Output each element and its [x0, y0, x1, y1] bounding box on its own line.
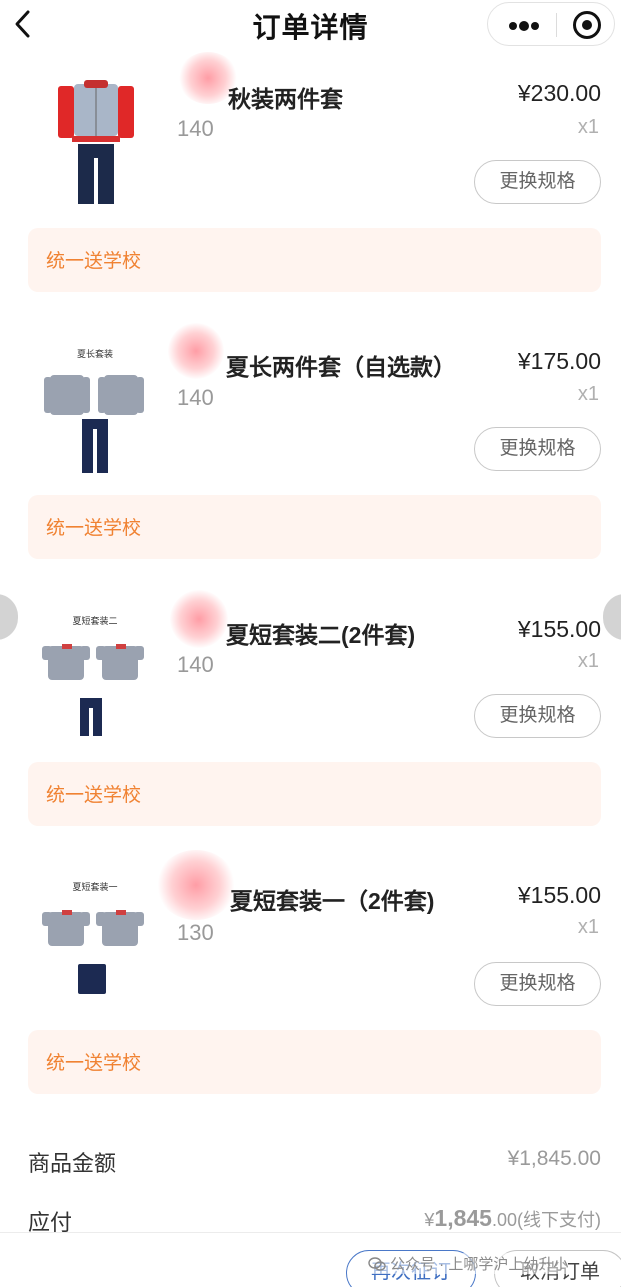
svg-text:夏短套装一: 夏短套装一 — [72, 881, 117, 893]
payable-decimal: .00 — [491, 1210, 517, 1230]
nav-header: 订单详情 — [0, 0, 621, 52]
payable-note: (线下支付) — [517, 1210, 601, 1230]
product-price: ¥175.00 — [517, 348, 601, 374]
goods-amount-value: ¥1,845.00 — [507, 1147, 601, 1170]
change-spec-button[interactable]: 更换规格 — [474, 160, 601, 204]
svg-text:夏短套装二: 夏短套装二 — [72, 615, 117, 627]
product-price: ¥155.00 — [517, 616, 601, 642]
product-name: 秋装两件套 — [228, 86, 343, 112]
decorative-blob — [168, 323, 224, 379]
product-name: 夏长两件套（自选款） — [226, 354, 456, 380]
change-spec-button[interactable]: 更换规格 — [474, 694, 601, 738]
payable-integer: 1,845 — [434, 1205, 492, 1231]
svg-text:夏长套装: 夏长套装 — [77, 348, 113, 360]
product-quantity: x1 — [577, 383, 599, 405]
order-item: 夏短套装二 140 夏短套装二(2件套) ¥155.00 x1 更换规格 统一送… — [0, 580, 621, 880]
order-item: 夏长套装 140 夏长两件套（自选款） ¥175.00 x1 更换规格 统一送学… — [0, 313, 621, 613]
capsule-divider — [556, 13, 557, 37]
watermark-text: 公众号 · 上哪学沪上幼升小 — [390, 1256, 569, 1273]
shipping-text: 统一送学校 — [46, 1053, 142, 1074]
change-spec-button[interactable]: 更换规格 — [474, 962, 601, 1006]
size-label: 140 — [177, 116, 214, 141]
product-quantity: x1 — [577, 916, 599, 938]
product-thumbnail: 夏短套装一 — [28, 870, 162, 1010]
more-dots-icon[interactable] — [488, 3, 558, 47]
shipping-text: 统一送学校 — [46, 251, 142, 272]
shipping-note: 统一送学校 — [28, 228, 601, 292]
goods-amount-label: 商品金额 — [28, 1151, 117, 1176]
decorative-blob — [170, 590, 228, 648]
size-label: 130 — [177, 920, 214, 945]
size-label: 140 — [177, 385, 214, 410]
payable-value: ¥1,845.00(线下支付) — [424, 1205, 601, 1232]
product-thumbnail: 夏长套装 — [28, 337, 162, 477]
order-item: 夏短套装一 130 夏短套装一（2件套) ¥155.00 x1 更换规格 统一送… — [0, 846, 621, 1146]
summer-long-uniform-image: 夏长套装 — [44, 348, 144, 473]
shipping-note: 统一送学校 — [28, 1030, 601, 1094]
summer-short-uniform-1-image: 夏短套装一 — [42, 881, 144, 994]
shipping-note: 统一送学校 — [28, 762, 601, 826]
miniprogram-close-icon[interactable] — [560, 3, 614, 47]
product-thumbnail — [28, 66, 162, 206]
order-item: 140 秋装两件套 ¥230.00 x1 更换规格 统一送学校 — [0, 46, 621, 346]
shipping-text: 统一送学校 — [46, 518, 142, 539]
goods-amount-row: 商品金额 ¥1,845.00 — [28, 1146, 601, 1180]
shipping-note: 统一送学校 — [28, 495, 601, 559]
product-thumbnail: 夏短套装二 — [28, 604, 162, 744]
product-name: 夏短套装一（2件套) — [230, 888, 435, 914]
payable-currency: ¥ — [424, 1210, 435, 1230]
order-detail-page: 订单详情 140 秋装两件套 ¥230.00 x1 更换规格 统一送学校 夏长套… — [0, 0, 621, 1287]
product-quantity: x1 — [577, 650, 599, 672]
decorative-blob — [156, 850, 236, 920]
product-price: ¥230.00 — [517, 80, 601, 106]
change-spec-button[interactable]: 更换规格 — [474, 427, 601, 471]
product-name: 夏短套装二(2件套) — [226, 622, 416, 648]
watermark: 公众号 · 上哪学沪上幼升小 — [368, 1253, 569, 1274]
bottom-action-bar: 再次征订 取消订单 公众号 · 上哪学沪上幼升小 — [0, 1232, 621, 1287]
product-quantity: x1 — [577, 116, 599, 138]
autumn-uniform-image — [58, 80, 134, 204]
product-price: ¥155.00 — [517, 882, 601, 908]
shipping-text: 统一送学校 — [46, 785, 142, 806]
miniprogram-capsule — [487, 2, 615, 46]
size-label: 140 — [177, 652, 214, 677]
wechat-icon — [368, 1257, 386, 1271]
summer-short-uniform-2-image: 夏短套装二 — [42, 615, 144, 736]
